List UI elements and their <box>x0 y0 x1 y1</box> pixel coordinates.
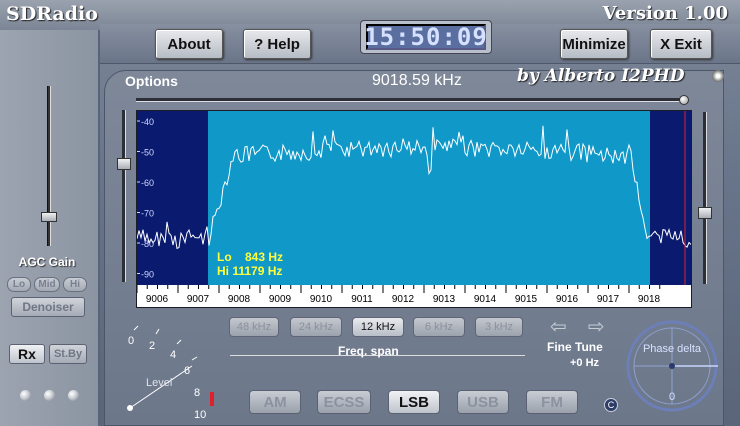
x-tick-label: 9010 <box>310 294 333 305</box>
level-tick-4: 4 <box>170 349 176 361</box>
x-tick-label: 9017 <box>597 294 620 305</box>
span-6khz-button[interactable]: 6 kHz <box>413 317 465 337</box>
level-tick-10: 10 <box>194 409 206 421</box>
agc-lo-button[interactable]: Lo <box>7 277 31 292</box>
level-offset-slider-thumb[interactable] <box>117 158 131 170</box>
exit-button[interactable]: X Exit <box>650 29 712 59</box>
help-button[interactable]: ? Help <box>243 29 311 59</box>
phase-delta-value: 0 <box>669 391 675 403</box>
span-24khz-button[interactable]: 24 kHz <box>290 317 342 337</box>
mode-usb-button[interactable]: USB <box>457 390 509 414</box>
x-tick-label: 9015 <box>515 294 538 305</box>
x-tick-label: 9012 <box>392 294 415 305</box>
agc-mid-button[interactable]: Mid <box>34 277 60 292</box>
x-tick-label: 9006 <box>146 294 169 305</box>
eye-icon <box>712 70 724 82</box>
y-tick-label: -80 <box>141 239 154 249</box>
fine-tune-right-arrow-icon[interactable]: ⇨ <box>588 316 605 336</box>
mode-ecss-button[interactable]: ECSS <box>317 390 371 414</box>
minimize-button[interactable]: Minimize <box>560 29 628 59</box>
spectrum-display[interactable]: -40 -50 -60 -70 -80 -90 Lo 843 Hz Hi 11179 Hz… <box>136 110 692 308</box>
span-48khz-button[interactable]: 48 kHz <box>229 317 279 337</box>
span-3khz-button[interactable]: 3 kHz <box>475 317 523 337</box>
phase-delta-scope[interactable]: Phase delta 0 <box>624 318 720 414</box>
app-version: Version 1.00 <box>602 3 728 24</box>
agc-hi-button[interactable]: Hi <box>63 277 87 292</box>
mode-lsb-button[interactable]: LSB <box>388 390 440 414</box>
options-menu[interactable]: Options <box>125 73 178 89</box>
fine-tune-value: +0 Hz <box>570 357 600 369</box>
sdradio-window: SDRadio Version 1.00 About ? Help 15:50:… <box>0 0 740 426</box>
level-tick-8: 8 <box>194 387 200 399</box>
frequency-scroll-track[interactable] <box>136 98 686 102</box>
level-tick-mark <box>133 325 139 331</box>
fine-tune-left-arrow-icon[interactable]: ⇦ <box>550 316 567 336</box>
level-offset-slider-track[interactable] <box>122 110 126 282</box>
x-tick-label: 9009 <box>269 294 292 305</box>
y-tick-label: -70 <box>141 209 154 219</box>
x-tick-label: 9008 <box>228 294 251 305</box>
clock-display: 15:50:09 <box>364 23 488 51</box>
rx-button[interactable]: Rx <box>9 344 45 364</box>
level-meter: 0 2 4 6 8 10 Level <box>127 325 214 421</box>
level-pivot <box>127 405 133 411</box>
standby-button[interactable]: St.By <box>49 344 87 364</box>
x-tick-label: 9016 <box>556 294 579 305</box>
range-slider-track[interactable] <box>703 112 707 284</box>
agc-gain-slider-thumb[interactable] <box>41 212 57 222</box>
app-title: SDRadio <box>6 3 98 25</box>
x-tick-label: 9007 <box>187 294 210 305</box>
about-button[interactable]: About <box>155 29 223 59</box>
fine-tune-label: Fine Tune <box>547 340 603 354</box>
level-tick-mark <box>155 328 160 335</box>
mode-fm-button[interactable]: FM <box>526 390 578 414</box>
frequency-readout: 9018.59 kHz <box>372 72 462 89</box>
range-slider-thumb[interactable] <box>698 207 712 219</box>
lo-cutoff-label: Lo 843 Hz <box>217 250 283 264</box>
level-tick-6: 6 <box>184 365 190 377</box>
indicator-dot <box>20 390 31 401</box>
level-tick-mark <box>176 339 182 345</box>
level-peak-indicator <box>210 392 214 406</box>
phase-delta-label: Phase delta <box>643 343 702 355</box>
author-credit: by Alberto I2PHD <box>517 66 685 86</box>
agc-gain-label: AGC Gain <box>18 255 76 269</box>
x-tick-label: 9013 <box>433 294 456 305</box>
level-tick-2: 2 <box>149 340 155 352</box>
indicator-dot <box>44 390 55 401</box>
mode-am-button[interactable]: AM <box>249 390 301 414</box>
y-tick-label: -90 <box>141 270 154 280</box>
agc-gain-slider-track[interactable] <box>47 86 51 246</box>
indicator-dot <box>68 390 79 401</box>
level-tick-mark <box>191 356 198 361</box>
phase-scope-center <box>669 363 675 369</box>
denoiser-button[interactable]: Denoiser <box>11 297 85 317</box>
y-tick-label: -50 <box>141 148 154 158</box>
level-label: Level <box>146 377 172 389</box>
level-tick-0: 0 <box>128 335 134 347</box>
frequency-scroll-thumb[interactable] <box>679 95 689 105</box>
y-tick-label: -40 <box>141 117 154 127</box>
spectrum-svg: -40 -50 -60 -70 -80 -90 Lo 843 Hz Hi 11179 Hz… <box>137 111 691 307</box>
span-12khz-button[interactable]: 12 kHz <box>352 317 404 337</box>
y-tick-label: -60 <box>141 178 154 188</box>
info-icon[interactable]: C <box>604 398 618 412</box>
hi-cutoff-label: Hi 11179 Hz <box>217 264 282 278</box>
x-tick-label: 9014 <box>474 294 497 305</box>
freq-span-label: Freq. span <box>338 344 399 358</box>
x-tick-label: 9018 <box>638 294 661 305</box>
x-tick-label: 9011 <box>351 294 373 305</box>
